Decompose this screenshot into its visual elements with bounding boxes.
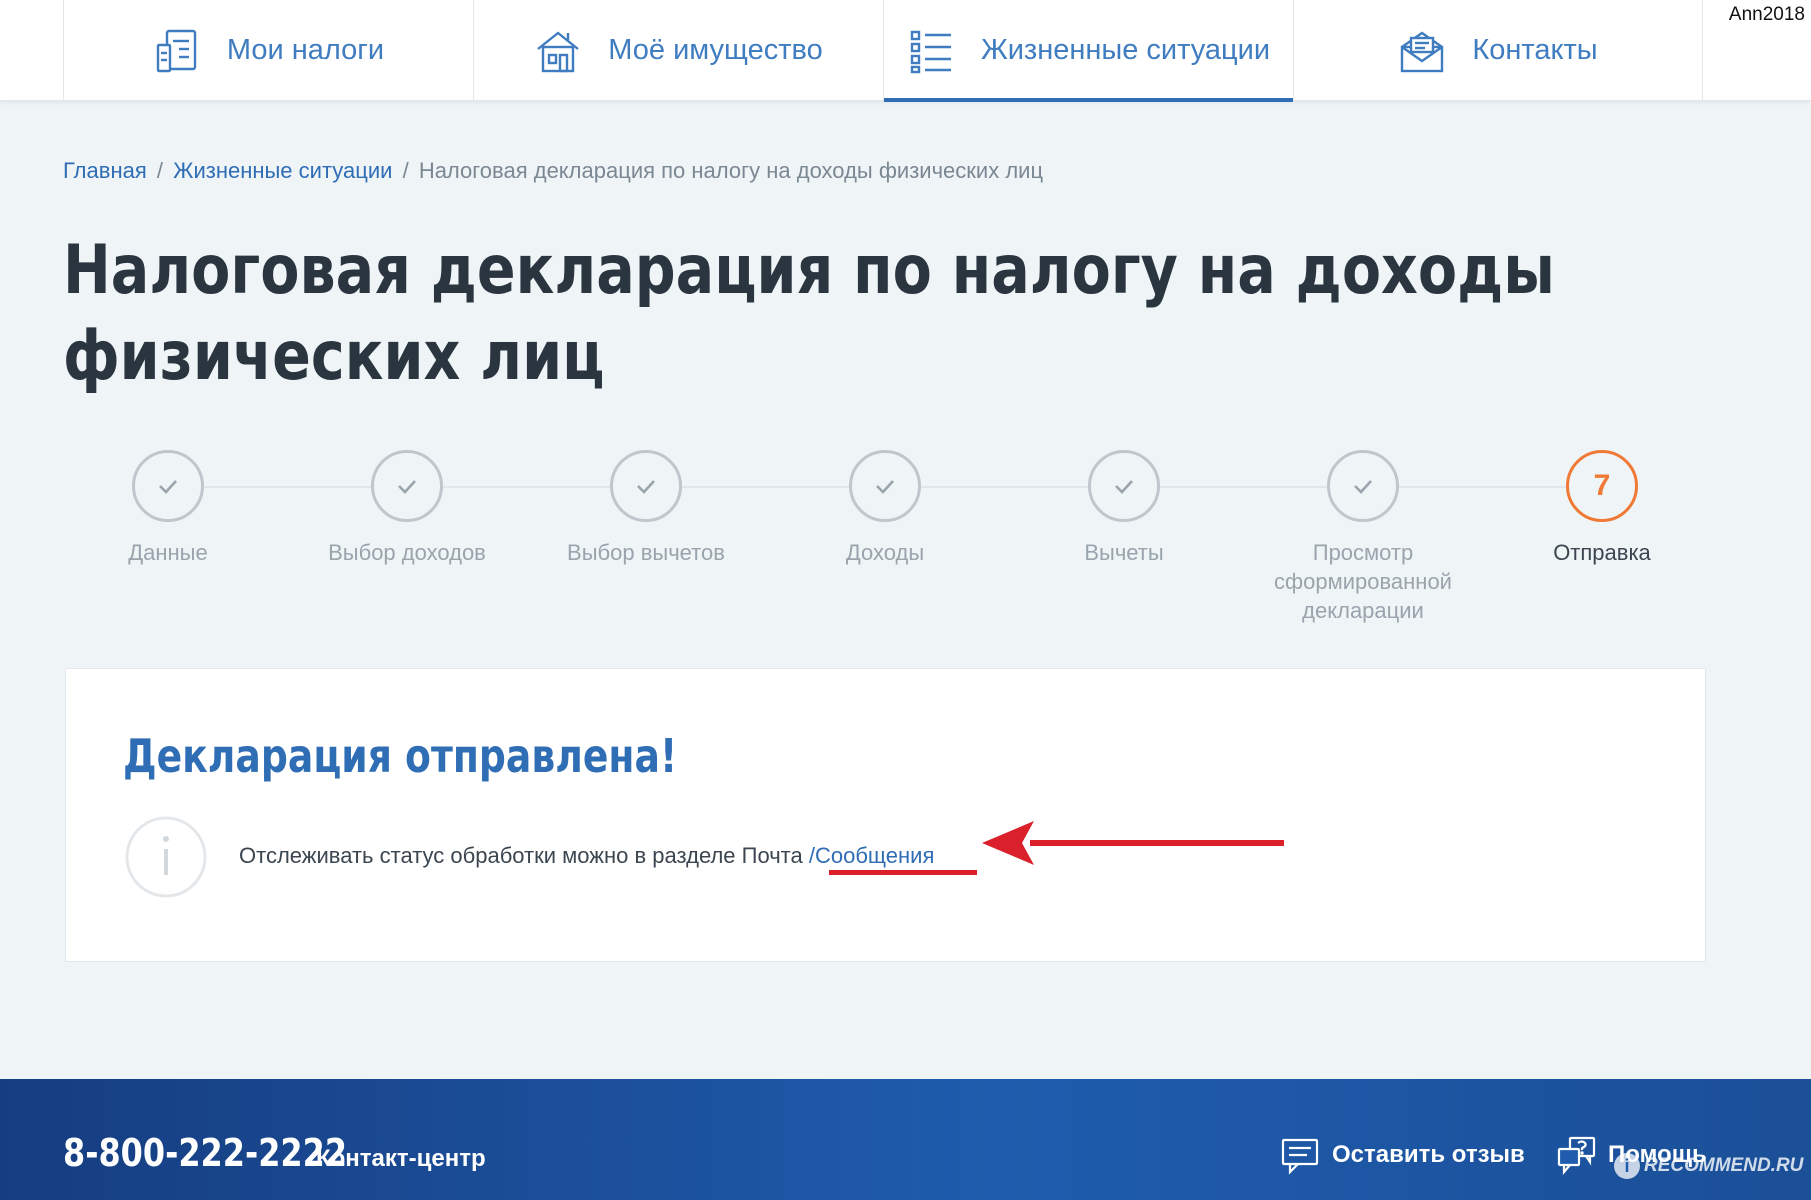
nav-tab-life-situations[interactable]: Жизненные ситуации (883, 0, 1293, 102)
feedback-label: Оставить отзыв (1332, 1141, 1525, 1168)
step-deduction-selection: Выбор вычетов (536, 450, 756, 567)
step-circle (849, 450, 921, 522)
annotation-arrow-icon (982, 821, 1284, 865)
feedback-button[interactable]: Оставить отзыв (1280, 1135, 1525, 1175)
envelope-icon (1398, 27, 1446, 75)
nav-tab-my-property[interactable]: Моё имущество (473, 0, 883, 101)
step-circle (1088, 450, 1160, 522)
nav-tab-label: Жизненные ситуации (980, 34, 1271, 66)
result-card: Декларация отправлена! Отслеживать стату… (65, 668, 1706, 962)
contact-center-label: Контакт-центр (316, 1145, 486, 1172)
watermark-logo-icon: i (1614, 1153, 1640, 1179)
step-income: Доходы (775, 450, 995, 567)
nav-tab-label: Моё имущество (608, 34, 823, 66)
nav-tab-label: Мои налоги (226, 34, 385, 66)
checkmark-icon (1354, 480, 1372, 494)
checkmark-icon (398, 480, 416, 494)
result-title: Декларация отправлена! (123, 729, 678, 783)
step-label: Отправка (1553, 540, 1651, 565)
user-name: Ann2018 (1728, 4, 1805, 25)
step-circle (132, 450, 204, 522)
checkmark-icon (876, 480, 894, 494)
breadcrumb-separator: / (156, 158, 163, 183)
tax-documents-icon (153, 27, 201, 75)
nav-tab-label: Контакты (1472, 34, 1598, 66)
footer: 8-800-222-2222 Контакт-центр Оставить от… (0, 1079, 1811, 1200)
nav-tab-my-taxes[interactable]: Мои налоги (63, 0, 473, 101)
breadcrumb-home-link[interactable]: Главная (63, 158, 147, 183)
top-navigation: Мои налоги Моё имущество Жизненные ситуа… (0, 0, 1811, 102)
phone-number[interactable]: 8-800-222-2222 (63, 1131, 347, 1175)
nav-tab-contacts[interactable]: Контакты (1293, 0, 1703, 101)
breadcrumb-current: Налоговая декларация по налогу на доходы… (418, 158, 1044, 183)
step-label: Вычеты (1084, 540, 1164, 565)
step-label: Данные (128, 540, 208, 565)
info-icon (124, 815, 208, 899)
step-number: 7 (1593, 469, 1611, 502)
step-preview-declaration: Просмотр сформированной декларации (1253, 450, 1473, 625)
watermark: i RECOMMEND.RU (1614, 1153, 1803, 1179)
checkmark-icon (1115, 480, 1133, 494)
checkmark-icon (637, 480, 655, 494)
property-house-icon (534, 27, 582, 75)
checkmark-icon (159, 480, 177, 494)
step-data: Данные (58, 450, 278, 567)
step-income-selection: Выбор доходов (297, 450, 517, 567)
step-label: Выбор доходов (328, 540, 486, 565)
breadcrumb: Главная / Жизненные ситуации / Налоговая… (63, 158, 1043, 184)
feedback-chat-icon (1281, 1138, 1319, 1175)
step-label: Доходы (845, 540, 925, 565)
messages-link[interactable]: /Сообщения (809, 843, 935, 868)
step-circle (610, 450, 682, 522)
watermark-text: RECOMMEND.RU (1644, 1155, 1804, 1176)
list-icon (907, 27, 955, 75)
step-label: Просмотр сформированной декларации (1274, 540, 1452, 623)
info-message-text: Отслеживать статус обработки можно в раз… (239, 843, 803, 868)
step-send: 7 Отправка (1492, 450, 1712, 567)
page-title: Налоговая декларация по налогу на доходы… (63, 231, 1555, 396)
step-label: Выбор вычетов (567, 540, 725, 565)
progress-stepper: Данные Выбор доходов Выбор вычетов Доход… (0, 450, 1811, 630)
breadcrumb-section-link[interactable]: Жизненные ситуации (173, 158, 392, 183)
help-chat-icon (1557, 1136, 1596, 1175)
breadcrumb-separator: / (402, 158, 409, 183)
step-deductions: Вычеты (1014, 450, 1234, 567)
info-message: Отслеживать статус обработки можно в раз… (239, 843, 934, 869)
step-circle-current: 7 (1566, 450, 1638, 522)
step-circle (371, 450, 443, 522)
step-circle (1327, 450, 1399, 522)
annotation-underline (829, 870, 977, 875)
